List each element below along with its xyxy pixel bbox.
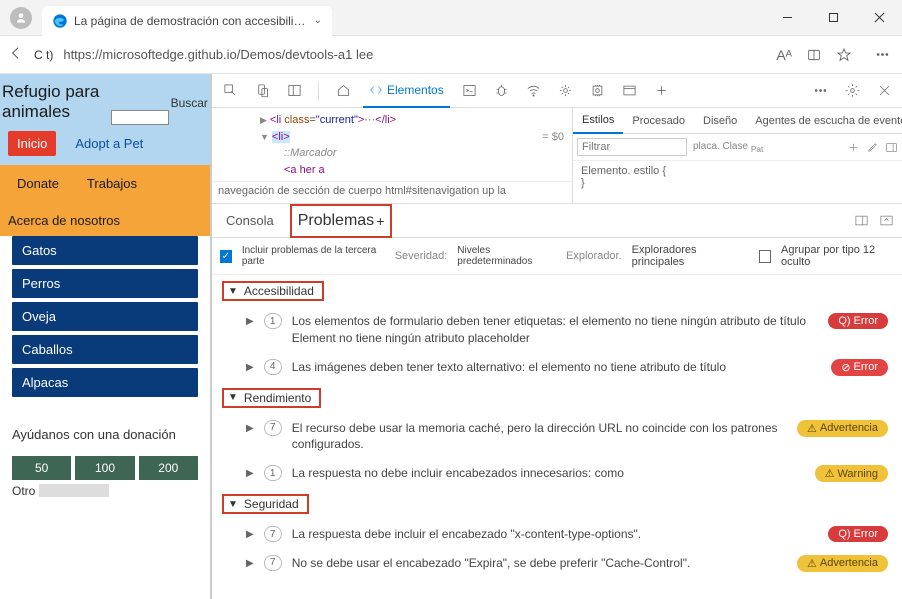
welcome-icon[interactable] (331, 83, 355, 98)
amount-50[interactable]: 50 (12, 456, 71, 480)
panel-icon[interactable] (282, 83, 306, 98)
drawer-tab-consola[interactable]: Consola (220, 204, 280, 238)
profile-avatar[interactable] (10, 7, 32, 29)
browser-tab[interactable]: La página de demostración con accesibili… (42, 6, 332, 36)
address-bar: C t) https://microsoftedge.github.io/Dem… (0, 36, 902, 74)
rendered-page: Refugio para animales Buscar Inicio Adop… (0, 74, 210, 599)
other-input[interactable] (39, 484, 109, 497)
issue-row[interactable]: ▶7No se debe usar el encabezado "Expira"… (212, 549, 902, 578)
plus-icon[interactable] (847, 141, 860, 154)
issue-category[interactable]: ▼ Accesibilidad (212, 275, 902, 307)
group-label: Agrupar por tipo 12 oculto (781, 244, 894, 268)
species-alpacas[interactable]: Alpacas (12, 368, 198, 397)
group-checkbox[interactable] (759, 250, 771, 263)
back-button[interactable] (8, 45, 24, 64)
donate-prompt: Ayúdanos con una donación (0, 415, 210, 456)
issue-row[interactable]: ▶7La respuesta debe incluir el encabezad… (212, 520, 902, 549)
species-perros[interactable]: Perros (12, 269, 198, 298)
species-gatos[interactable]: Gatos (12, 236, 198, 265)
issue-row[interactable]: ▶7El recurso debe usar la memoria caché,… (212, 414, 902, 460)
device-icon[interactable] (250, 83, 274, 98)
browser-dropdown[interactable]: Exploradores principales (632, 244, 740, 268)
devtools-tabbar: Elementos (212, 74, 902, 108)
breadcrumb[interactable]: navegación de sección de cuerpo html#sit… (212, 181, 572, 203)
element-style-text: Elemento. estilo { (581, 165, 894, 177)
amount-100[interactable]: 100 (75, 456, 134, 480)
issues-toolbar: ✓ Incluir problemas de la tercera parte … (212, 238, 902, 275)
search-input[interactable] (111, 110, 169, 125)
drawer-panel-icon[interactable] (854, 213, 869, 228)
styles-tab-estilos[interactable]: Estilos (573, 108, 623, 134)
tab-elementos[interactable]: Elementos (363, 74, 450, 108)
styles-filter-input[interactable] (577, 138, 687, 156)
memory-icon[interactable] (586, 83, 610, 98)
network-icon[interactable] (522, 83, 546, 98)
styles-tab-procesado[interactable]: Procesado (623, 108, 694, 134)
styles-tab-diseno[interactable]: Diseño (694, 108, 746, 134)
drawer-expand-icon[interactable] (879, 213, 894, 228)
drawer-tabbar: Consola Problemas+ (212, 204, 902, 238)
include-3p-label: Incluir problemas de la tercera parte (242, 245, 385, 267)
bug-icon[interactable] (490, 83, 514, 98)
page-title: Refugio para animales (0, 82, 111, 121)
search-label: Buscar (171, 96, 208, 110)
issues-list: ▼ Accesibilidad▶1Los elementos de formul… (212, 275, 902, 599)
severity-dropdown[interactable]: Niveles predeterminados (457, 245, 556, 267)
issue-row[interactable]: ▶1Los elementos de formulario deben tene… (212, 307, 902, 353)
tab-title: La página de demostración con accesibili… (74, 14, 308, 28)
drawer-tab-problemas[interactable]: Problemas+ (290, 204, 393, 238)
species-oveja[interactable]: Oveja (12, 302, 198, 331)
url-text[interactable]: https://microsoftedge.github.io/Demos/de… (63, 47, 766, 62)
favorite-icon[interactable] (836, 47, 852, 63)
other-label: Otro (12, 484, 35, 498)
maximize-button[interactable] (810, 0, 856, 36)
url-prefix: C t) (34, 48, 53, 62)
reader-icon[interactable] (806, 47, 822, 63)
app-icon[interactable] (618, 83, 642, 98)
read-aloud-icon[interactable]: Aᴬ (776, 47, 792, 63)
issue-row[interactable]: ▶4Las imágenes deben tener texto alterna… (212, 353, 902, 382)
issue-category[interactable]: ▼ Seguridad (212, 488, 902, 520)
include-3p-checkbox[interactable]: ✓ (220, 250, 232, 263)
amount-200[interactable]: 200 (139, 456, 198, 480)
window-titlebar: La página de demostración con accesibili… (0, 0, 902, 36)
brush-icon[interactable] (866, 141, 879, 154)
tab-dropdown-icon[interactable]: ⌄ (314, 15, 322, 26)
panel-right-icon[interactable] (885, 141, 898, 154)
devtools-close-icon[interactable] (872, 83, 896, 98)
edge-icon (52, 13, 68, 29)
issue-category[interactable]: ▼ Rendimiento (212, 382, 902, 414)
species-list: Gatos Perros Oveja Caballos Alpacas (0, 222, 210, 415)
dom-tree[interactable]: ▶<li class="current">⋯</li> ▼<li>= $0 ::… (212, 108, 572, 181)
console-tab-icon[interactable] (458, 83, 482, 98)
close-button[interactable] (856, 0, 902, 36)
devtools-more-icon[interactable] (808, 83, 832, 98)
devtools-settings-icon[interactable] (840, 83, 864, 98)
devtools-panel: Elementos ▶<li class="current">⋯</li> ▼<… (210, 74, 902, 599)
nav-trabajos[interactable]: Trabajos (78, 171, 146, 196)
nav-inicio[interactable]: Inicio (8, 131, 56, 156)
more-icon[interactable] (875, 47, 890, 62)
styles-tab-agentes[interactable]: Agentes de escucha de eventos (746, 108, 902, 134)
nav-adopt[interactable]: Adopt a Pet (66, 131, 152, 156)
species-caballos[interactable]: Caballos (12, 335, 198, 364)
plus-tab-icon[interactable] (650, 83, 674, 98)
styles-pane: Estilos Procesado Diseño Agentes de escu… (572, 108, 902, 203)
inspect-icon[interactable] (218, 83, 242, 98)
minimize-button[interactable] (764, 0, 810, 36)
perf-icon[interactable] (554, 83, 578, 98)
nav-donate[interactable]: Donate (8, 171, 68, 196)
issue-row[interactable]: ▶1La respuesta no debe incluir encabezad… (212, 459, 902, 488)
